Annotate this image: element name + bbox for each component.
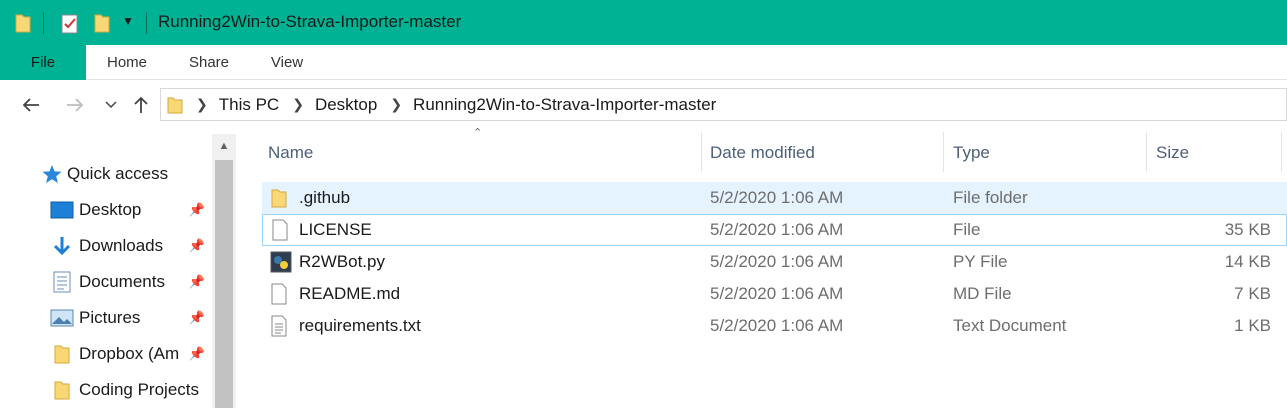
forward-arrow-icon[interactable] (62, 92, 88, 118)
sidebar-item-label: Documents (79, 272, 165, 291)
tab-view[interactable]: View (258, 45, 316, 80)
table-row[interactable]: LICENSE 5/2/2020 1:06 AM File 35 KB (262, 214, 1287, 246)
properties-icon[interactable] (60, 12, 80, 39)
sidebar-item-desktop[interactable]: Desktop (0, 195, 212, 225)
sort-ascending-icon: ⌃ (473, 127, 483, 139)
breadcrumb-separator-icon[interactable]: ❯ (196, 96, 208, 113)
up-arrow-icon[interactable] (128, 92, 154, 118)
file-type: Text Document (953, 316, 1067, 335)
documents-icon (50, 271, 74, 293)
pictures-icon (50, 307, 74, 329)
breadcrumb-this-pc[interactable]: This PC (219, 95, 279, 115)
ribbon: File Home Share View (0, 45, 1287, 80)
file-size: 35 KB (1224, 220, 1271, 239)
table-row[interactable]: README.md 5/2/2020 1:06 AM MD File 7 KB (262, 278, 1287, 310)
text-file-icon (270, 315, 292, 337)
column-divider[interactable] (943, 132, 944, 172)
breadcrumb-current-folder[interactable]: Running2Win-to-Strava-Importer-master (413, 95, 716, 115)
scroll-thumb[interactable] (215, 160, 233, 408)
pin-icon[interactable]: 📌 (189, 308, 205, 328)
pin-icon[interactable]: 📌 (189, 272, 205, 292)
file-name: requirements.txt (299, 316, 421, 335)
file-date-modified: 5/2/2020 1:06 AM (710, 188, 844, 207)
file-date-modified: 5/2/2020 1:06 AM (710, 252, 844, 271)
pin-icon[interactable]: 📌 (189, 236, 205, 256)
file-type: MD File (953, 284, 1012, 303)
blank-file-icon (271, 219, 293, 241)
folder-icon (50, 379, 74, 401)
sidebar-item-label: Quick access (67, 164, 169, 183)
file-type: PY File (953, 252, 1008, 271)
back-arrow-icon[interactable] (18, 92, 44, 118)
table-row[interactable]: requirements.txt 5/2/2020 1:06 AM Text D… (262, 310, 1287, 342)
python-file-icon (270, 251, 292, 273)
toolbar-separator (43, 12, 44, 34)
file-date-modified: 5/2/2020 1:06 AM (710, 316, 844, 335)
sidebar-item-quick-access[interactable]: Quick access (0, 159, 212, 189)
file-type: File folder (953, 188, 1028, 207)
sidebar-item-pictures[interactable]: Pictures (0, 303, 212, 333)
pin-icon[interactable]: 📌 (189, 344, 205, 364)
column-header-size[interactable]: Size (1156, 140, 1189, 170)
window-title: Running2Win-to-Strava-Importer-master (158, 12, 462, 31)
title-bar: ▼ Running2Win-to-Strava-Importer-master (0, 0, 1287, 45)
file-name: R2WBot.py (299, 252, 385, 271)
column-divider[interactable] (1281, 132, 1282, 172)
column-header-name[interactable]: Name (268, 140, 313, 170)
scroll-up-icon[interactable]: ▲ (212, 134, 236, 158)
table-row[interactable]: .github 5/2/2020 1:06 AM File folder (262, 182, 1287, 214)
column-divider[interactable] (701, 132, 702, 172)
file-date-modified: 5/2/2020 1:06 AM (710, 284, 844, 303)
new-folder-icon[interactable] (93, 12, 111, 39)
sidebar-item-coding-projects[interactable]: Coding Projects (0, 375, 212, 405)
customize-dropdown-icon[interactable]: ▼ (122, 14, 134, 28)
file-name: README.md (299, 284, 401, 303)
file-type: File (953, 220, 981, 239)
sidebar-item-label: Desktop (79, 200, 142, 219)
tab-file[interactable]: File (0, 45, 86, 80)
address-bar[interactable]: ❯ This PC ❯ Desktop ❯ Running2Win-to-Str… (160, 88, 1287, 121)
sidebar-item-label: Dropbox (Am (79, 344, 180, 363)
file-size: 14 KB (1224, 252, 1271, 271)
star-icon (40, 163, 64, 185)
recent-locations-icon[interactable] (98, 92, 124, 118)
file-name: LICENSE (299, 220, 372, 239)
column-header-date-modified[interactable]: Date modified (710, 140, 815, 170)
folder-icon (50, 343, 74, 365)
file-size: 1 KB (1234, 316, 1271, 335)
sidebar-item-label: Pictures (79, 308, 141, 327)
column-divider[interactable] (1146, 132, 1147, 172)
file-date-modified: 5/2/2020 1:06 AM (710, 220, 844, 239)
sidebar-item-label: Coding Projects (79, 380, 200, 399)
file-name: .github (299, 188, 351, 207)
folder-icon (167, 95, 183, 115)
column-header-type[interactable]: Type (953, 140, 990, 170)
sidebar-item-documents[interactable]: Documents (0, 267, 212, 297)
sidebar-item-downloads[interactable]: Downloads (0, 231, 212, 261)
file-size: 7 KB (1234, 284, 1271, 303)
sidebar-item-dropbox[interactable]: Dropbox (Am (0, 339, 212, 369)
breadcrumb-separator-icon[interactable]: ❯ (292, 96, 304, 113)
file-size (1152, 182, 1271, 214)
pin-icon[interactable]: 📌 (189, 200, 205, 220)
breadcrumb-separator-icon[interactable]: ❯ (390, 96, 402, 113)
navigation-pane-scrollbar[interactable]: ▲ (212, 134, 236, 408)
sidebar-item-label: Downloads (79, 236, 164, 255)
blank-file-icon (270, 283, 292, 305)
folder-icon (14, 12, 32, 39)
toolbar-separator (146, 12, 147, 34)
table-row[interactable]: R2WBot.py 5/2/2020 1:06 AM PY File 14 KB (262, 246, 1287, 278)
desktop-icon (50, 199, 74, 221)
folder-icon (270, 187, 292, 209)
download-icon (50, 235, 74, 257)
breadcrumb-desktop[interactable]: Desktop (315, 95, 377, 115)
tab-share[interactable]: Share (178, 45, 240, 80)
navigation-bar: ❯ This PC ❯ Desktop ❯ Running2Win-to-Str… (0, 80, 1287, 128)
tab-home[interactable]: Home (96, 45, 158, 80)
